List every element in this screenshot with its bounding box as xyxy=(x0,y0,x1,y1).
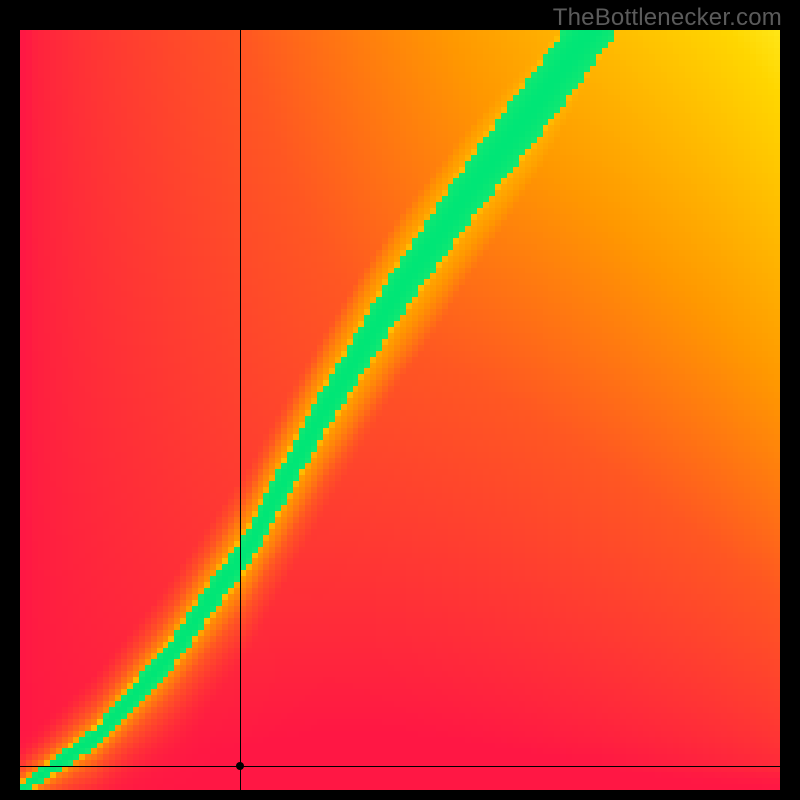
crosshair-horizontal xyxy=(20,766,780,767)
crosshair-vertical xyxy=(240,30,241,790)
plot-area xyxy=(20,30,780,790)
watermark-text: TheBottlenecker.com xyxy=(553,4,782,32)
chart-frame: TheBottlenecker.com xyxy=(0,0,800,800)
heatmap-canvas xyxy=(20,30,780,790)
